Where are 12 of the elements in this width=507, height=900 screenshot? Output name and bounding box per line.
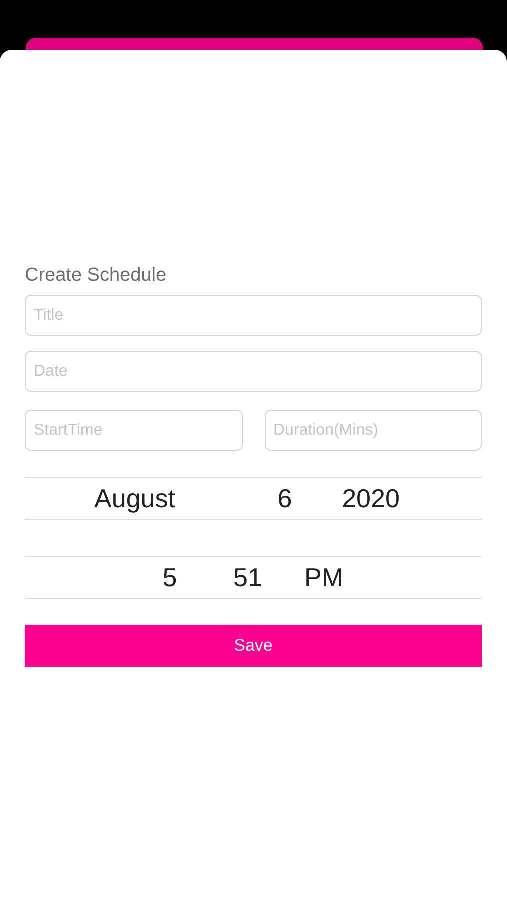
- picker-value[interactable]: 5: [162, 562, 178, 593]
- picker-value[interactable]: 51: [234, 562, 262, 593]
- save-button[interactable]: Save: [25, 625, 482, 667]
- picker-value[interactable]: PM: [304, 562, 344, 593]
- picker-value[interactable]: 6: [278, 483, 292, 514]
- input-field[interactable]: Duration(Mins): [264, 410, 482, 451]
- input-field[interactable]: Title: [25, 295, 482, 336]
- form-heading: Create Schedule: [25, 265, 168, 288]
- picker-value[interactable]: 2020: [342, 483, 400, 514]
- input-field[interactable]: Date: [25, 351, 482, 392]
- picker-value[interactable]: August: [94, 483, 176, 514]
- input-field[interactable]: StartTime: [25, 410, 242, 451]
